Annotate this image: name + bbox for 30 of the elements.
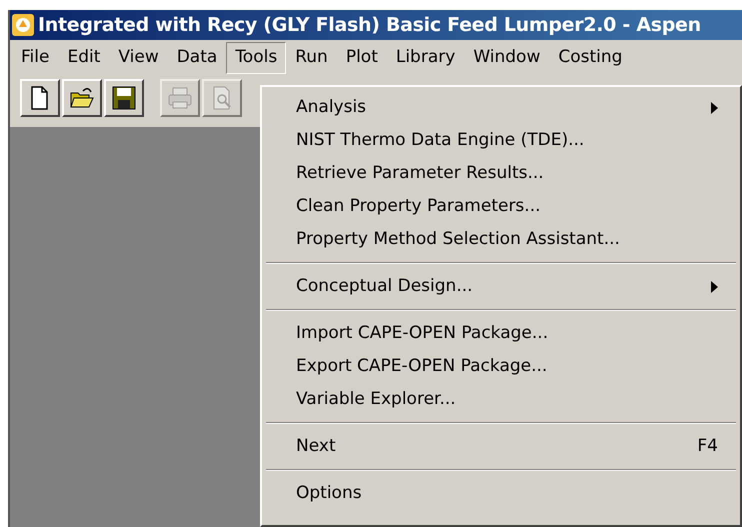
- submenu-arrow-icon: [711, 102, 718, 114]
- printer-icon: [167, 85, 193, 111]
- menu-item[interactable]: Run: [286, 42, 337, 74]
- menu-item[interactable]: Conceptual Design...: [262, 270, 740, 303]
- window-title: Integrated with Recy (GLY Flash) Basic Feed Lumper2.0 - Aspen: [38, 12, 701, 38]
- menu-item[interactable]: Variable Explorer...: [262, 383, 740, 416]
- menu-item[interactable]: File: [12, 42, 58, 74]
- menu-item[interactable]: Data: [168, 42, 226, 74]
- menu-item[interactable]: Clean Property Parameters...: [262, 190, 740, 223]
- menu-item[interactable]: Window: [464, 42, 550, 74]
- menu-item[interactable]: Property Method Selection Assistant...: [262, 223, 740, 256]
- menu-item[interactable]: Import CAPE-OPEN Package...: [262, 317, 740, 350]
- menu-item[interactable]: Retrieve Parameter Results...: [262, 157, 740, 190]
- menu-item[interactable]: Export CAPE-OPEN Package...: [262, 350, 740, 383]
- floppy-disk-button[interactable]: [104, 79, 144, 117]
- shortcut-label: F4: [697, 434, 718, 458]
- menu-item[interactable]: NIST Thermo Data Engine (TDE)...: [262, 124, 740, 157]
- menu-item[interactable]: Next F4: [262, 430, 740, 463]
- menu-item[interactable]: Plot: [336, 42, 387, 74]
- menu-item[interactable]: Options: [262, 477, 740, 510]
- new-file-button[interactable]: [20, 79, 60, 117]
- menu-item[interactable]: View: [109, 42, 168, 74]
- menu-item[interactable]: Edit: [58, 42, 110, 74]
- menu-item[interactable]: Analysis: [262, 91, 740, 124]
- menu-item[interactable]: Costing: [549, 42, 632, 74]
- open-folder-button[interactable]: [62, 79, 102, 117]
- app-logo-icon: [12, 14, 34, 36]
- submenu-arrow-icon: [711, 280, 718, 292]
- menu-item[interactable]: Library: [386, 42, 464, 74]
- menu-item[interactable]: Tools: [226, 42, 286, 74]
